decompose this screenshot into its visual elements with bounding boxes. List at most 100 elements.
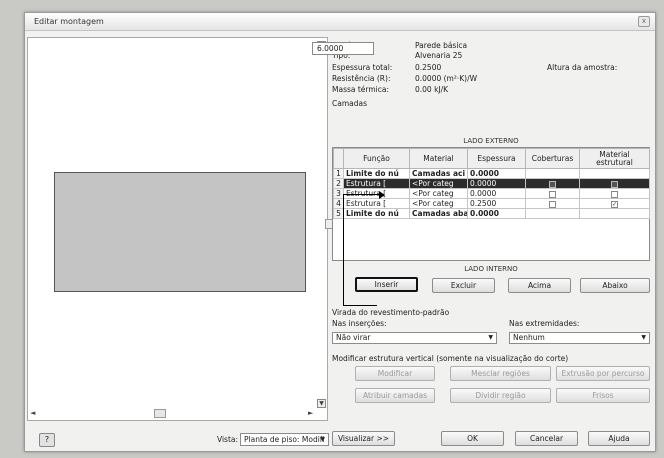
sample-height-input[interactable]: 6.0000 (312, 42, 374, 55)
layer-number-cell[interactable]: 5 (333, 208, 344, 219)
layers-grid: LADO EXTERNO Função Material Espessura C… (332, 137, 650, 273)
checkbox[interactable] (549, 190, 556, 198)
layer-material-cell[interactable]: <Por categ (409, 198, 468, 209)
help-button[interactable]: Ajuda (588, 431, 650, 446)
scroll-right-icon[interactable]: ► (308, 409, 313, 418)
view-dropdown[interactable]: Planta de piso: Modifi ▼ (240, 433, 329, 446)
chevron-down-icon: ▼ (488, 334, 493, 341)
move-down-button[interactable]: Abaixo (580, 278, 650, 293)
layer-function-cell[interactable]: Limite do nú (343, 208, 410, 219)
dialog-title: Editar montagem (34, 17, 104, 26)
layer-function-cell[interactable]: Estrutura [ (343, 198, 410, 209)
layer-row[interactable]: 5 Limite do nú Camadas abai 0.0000 (333, 208, 650, 219)
split-region-button[interactable]: Dividir região (450, 388, 551, 403)
layers-table[interactable]: Função Material Espessura Coberturas Mat… (332, 147, 650, 261)
checkbox[interactable] (611, 180, 618, 188)
ends-dropdown[interactable]: Nenhum ▼ (509, 332, 650, 344)
annotation-arrow-head-icon (379, 191, 385, 199)
layer-material-cell[interactable]: Camadas aci (409, 168, 468, 179)
layer-row[interactable]: 2 Estrutura [<Por categ 0.0000 (333, 178, 650, 189)
layer-structural-cell (579, 188, 650, 199)
delete-button[interactable]: Excluir (432, 278, 495, 293)
merge-regions-button[interactable]: Mesclar regiões (450, 366, 551, 381)
layer-function-cell[interactable]: Estrutura [ (343, 178, 410, 189)
cancel-button[interactable]: Cancelar (515, 431, 578, 446)
layer-row[interactable]: 1 Limite do nú Camadas aci 0.0000 (333, 168, 650, 179)
checkbox[interactable] (549, 180, 556, 188)
empty-cell (580, 239, 650, 249)
exterior-side-caption: LADO EXTERNO (463, 137, 519, 145)
layer-row[interactable]: 4 Estrutura [<Por categ 0.2500 ✓ (333, 198, 650, 209)
empty-row (334, 229, 650, 239)
layer-wraps-cell (525, 178, 580, 189)
preview-toggle-button[interactable]: Visualizar >> (332, 431, 395, 446)
horizontal-scrollbar[interactable]: ◄ ► (28, 409, 318, 419)
layer-material-cell[interactable]: Camadas abai (409, 208, 468, 219)
layers-label: Camadas (332, 99, 367, 108)
insert-button[interactable]: Inserir (355, 277, 418, 292)
wall-preview-shape (54, 172, 306, 292)
layer-wraps-cell (525, 168, 580, 179)
empty-cell (468, 239, 526, 249)
reveals-button[interactable]: Frisos (556, 388, 650, 403)
edit-assembly-dialog: Editar montagem x ▲ ▼ ◄ ► Família: Pared… (24, 12, 656, 452)
type-value: Alvenaria 25 (415, 51, 463, 60)
interior-side-caption: LADO INTERNO (464, 265, 518, 273)
col-header-function[interactable]: Função (343, 148, 410, 169)
empty-cell (526, 219, 580, 229)
layer-material-cell[interactable]: <Por categ (409, 188, 468, 199)
inserts-label: Nas inserções: (332, 319, 387, 328)
modify-button[interactable]: Modificar (355, 366, 435, 381)
layer-structural-cell (579, 208, 650, 219)
col-header-wraps[interactable]: Coberturas (525, 148, 580, 169)
total-thickness-value: 0.2500 (415, 63, 442, 72)
empty-cell (334, 239, 344, 249)
empty-cell (468, 219, 526, 229)
sweep-button[interactable]: Extrusão por percurso (556, 366, 650, 381)
col-header-number (333, 148, 344, 169)
layer-number-cell[interactable]: 1 (333, 168, 344, 179)
layer-number-cell[interactable]: 2 (333, 178, 344, 189)
col-header-thickness[interactable]: Espessura (467, 148, 526, 169)
empty-cell (580, 229, 650, 239)
horizontal-scroll-thumb[interactable] (154, 409, 166, 418)
empty-cell (344, 229, 410, 239)
assign-layers-button[interactable]: Atribuir camadas (355, 388, 435, 403)
vertical-scrollbar[interactable]: ▲ ▼ (317, 41, 326, 417)
layer-structural-cell (579, 168, 650, 179)
title-bar: Editar montagem x (25, 13, 655, 31)
preview-pane[interactable]: ▲ ▼ ◄ ► (27, 37, 328, 421)
layer-thickness-cell[interactable]: 0.2500 (467, 198, 526, 209)
layer-thickness-cell[interactable]: 0.0000 (467, 208, 526, 219)
checkbox[interactable] (611, 190, 618, 198)
checkbox[interactable] (549, 200, 556, 208)
ok-button[interactable]: OK (441, 431, 504, 446)
col-header-structural-material[interactable]: Material estrutural (579, 148, 650, 169)
chevron-down-icon: ▼ (320, 436, 325, 443)
layer-wraps-cell (525, 198, 580, 209)
layer-thickness-cell[interactable]: 0.0000 (467, 188, 526, 199)
resistance-label: Resistência (R): (332, 74, 391, 83)
col-header-material[interactable]: Material (409, 148, 468, 169)
layer-function-cell[interactable]: Limite do nú (343, 168, 410, 179)
wrapping-title: Virada do revestimento-padrão (332, 308, 450, 317)
checkbox[interactable]: ✓ (611, 200, 618, 208)
scroll-left-icon[interactable]: ◄ (30, 409, 35, 418)
layer-material-cell[interactable]: <Por categ (409, 178, 468, 189)
layer-thickness-cell[interactable]: 0.0000 (467, 168, 526, 179)
annotation-arrow-line (343, 194, 381, 195)
move-up-button[interactable]: Acima (508, 278, 571, 293)
layer-number-cell[interactable]: 3 (333, 188, 344, 199)
chevron-down-icon: ▼ (641, 334, 646, 341)
layer-thickness-cell[interactable]: 0.0000 (467, 178, 526, 189)
help-icon[interactable]: ? (39, 433, 55, 447)
layer-structural-cell (579, 178, 650, 189)
layer-number-cell[interactable]: 4 (333, 198, 344, 209)
close-icon[interactable]: x (638, 16, 650, 27)
scroll-down-icon[interactable]: ▼ (317, 399, 326, 408)
empty-cell (334, 229, 344, 239)
annotation-arrow-line (343, 194, 344, 305)
inserts-dropdown[interactable]: Não virar ▼ (332, 332, 497, 344)
empty-cell (410, 229, 468, 239)
empty-row (334, 239, 650, 249)
